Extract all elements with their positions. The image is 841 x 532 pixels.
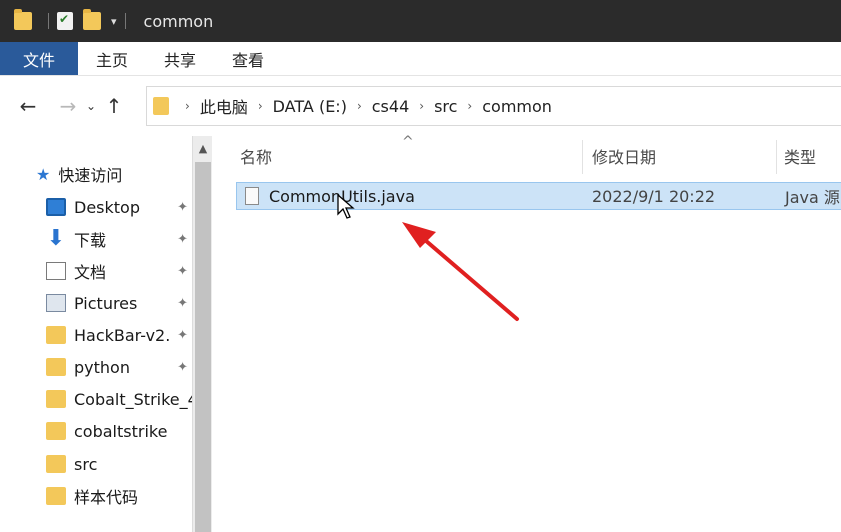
mouse-cursor-icon	[337, 194, 355, 219]
nav-item-label: 文档	[74, 263, 107, 282]
recent-locations-chevron-icon[interactable]: ⌄	[82, 99, 100, 113]
chevron-right-icon[interactable]: ›	[467, 99, 472, 113]
scroll-up-icon[interactable]: ▲	[193, 138, 213, 160]
nav-item-desktop[interactable]: Desktop ✦	[46, 192, 192, 222]
column-divider[interactable]	[582, 140, 583, 174]
nav-item-label: 下载	[74, 231, 107, 250]
nav-item-label: HackBar-v2.	[74, 325, 171, 345]
download-icon: ⬇	[46, 226, 66, 251]
back-arrow-icon[interactable]: ←	[14, 94, 42, 118]
navigation-pane: ★ 快速访问 Desktop ✦ ⬇ 下载 ✦ 文档 ✦ Pictures ✦ …	[0, 136, 192, 532]
separator	[124, 13, 126, 29]
nav-item-label: cobaltstrike	[74, 421, 168, 441]
column-header-date[interactable]: 修改日期	[592, 144, 656, 168]
pictures-icon	[46, 294, 66, 312]
breadcrumb-common[interactable]: common	[482, 97, 552, 116]
quick-access[interactable]: ★ 快速访问	[36, 162, 122, 186]
new-folder-icon[interactable]	[83, 9, 101, 30]
folder-icon	[46, 326, 66, 344]
quick-access-label: 快速访问	[58, 166, 123, 185]
navigation-bar: ← → ⌄ ↑ › 此电脑 › DATA (E:) › cs44 › src ›…	[0, 84, 841, 128]
nav-item-python[interactable]: python ✦	[46, 352, 192, 382]
folder-icon	[46, 358, 66, 376]
breadcrumb-cs44[interactable]: cs44	[372, 97, 410, 116]
chevron-right-icon[interactable]: ›	[185, 99, 190, 113]
nav-item-documents[interactable]: 文档 ✦	[46, 256, 192, 286]
tab-view[interactable]: 查看	[214, 42, 282, 75]
column-header-type[interactable]: 类型	[784, 144, 816, 168]
chevron-right-icon[interactable]: ›	[357, 99, 362, 113]
pin-icon: ✦	[177, 263, 188, 279]
chevron-right-icon[interactable]: ›	[419, 99, 424, 113]
nav-item-label: Pictures	[74, 293, 138, 313]
star-icon: ★	[36, 164, 51, 184]
folder-icon	[46, 487, 66, 505]
title-bar: ▾ common	[0, 0, 841, 42]
nav-item-cobaltstrike[interactable]: cobaltstrike	[46, 416, 192, 446]
sort-ascending-icon: ^	[402, 134, 414, 150]
separator	[48, 13, 49, 29]
chevron-right-icon[interactable]: ›	[258, 99, 263, 113]
tab-share[interactable]: 共享	[146, 42, 214, 75]
pin-icon: ✦	[177, 327, 188, 343]
nav-item-sample-code[interactable]: 样本代码	[46, 481, 192, 511]
nav-item-label: 样本代码	[74, 488, 139, 507]
window-title: common	[143, 11, 214, 31]
nav-scrollbar[interactable]: ▲	[192, 136, 212, 532]
desktop-icon	[46, 198, 66, 216]
customize-toolbar-chevron-icon[interactable]: ▾	[111, 15, 117, 28]
breadcrumb-this-pc[interactable]: 此电脑	[200, 94, 248, 118]
breadcrumb-data-drive[interactable]: DATA (E:)	[273, 97, 347, 116]
folder-icon	[14, 9, 32, 30]
nav-item-hackbar[interactable]: HackBar-v2. ✦	[46, 320, 192, 350]
file-list: ^ 名称 修改日期 类型 CommonUtils.java 2022/9/1 2…	[212, 134, 841, 532]
folder-icon	[46, 390, 66, 408]
file-row-selected[interactable]: CommonUtils.java 2022/9/1 20:22 Java 源	[236, 182, 841, 210]
nav-item-src[interactable]: src	[46, 449, 192, 479]
folder-icon	[46, 455, 66, 473]
document-icon	[46, 262, 66, 280]
folder-icon	[153, 97, 169, 115]
column-header-name[interactable]: 名称	[240, 144, 272, 168]
nav-item-label: Desktop	[74, 197, 140, 217]
forward-arrow-icon[interactable]: →	[54, 94, 82, 118]
nav-item-label: python	[74, 357, 130, 377]
folder-icon	[46, 422, 66, 440]
up-arrow-icon[interactable]: ↑	[100, 94, 128, 118]
pin-icon: ✦	[177, 359, 188, 375]
ribbon-tabs: 文件 主页 共享 查看	[0, 42, 841, 76]
file-date: 2022/9/1 20:22	[592, 186, 716, 206]
pin-icon: ✦	[177, 295, 188, 311]
pin-icon: ✦	[177, 199, 188, 215]
nav-item-downloads[interactable]: ⬇ 下载 ✦	[46, 224, 192, 254]
tab-home[interactable]: 主页	[78, 42, 146, 75]
nav-item-pictures[interactable]: Pictures ✦	[46, 288, 192, 318]
address-bar[interactable]: › 此电脑 › DATA (E:) › cs44 › src › common	[146, 86, 841, 126]
column-divider[interactable]	[776, 140, 777, 174]
nav-item-label: Cobalt_Strike_4	[74, 389, 192, 409]
breadcrumb-src[interactable]: src	[434, 97, 457, 116]
file-type: Java 源	[785, 188, 840, 207]
scroll-thumb[interactable]	[195, 162, 211, 532]
nav-item-label: src	[74, 454, 98, 474]
tab-file[interactable]: 文件	[0, 42, 79, 75]
java-file-icon	[245, 187, 259, 205]
nav-item-cobalt-strike-4[interactable]: Cobalt_Strike_4	[46, 384, 192, 414]
properties-icon[interactable]	[57, 12, 73, 30]
pin-icon: ✦	[177, 231, 188, 247]
